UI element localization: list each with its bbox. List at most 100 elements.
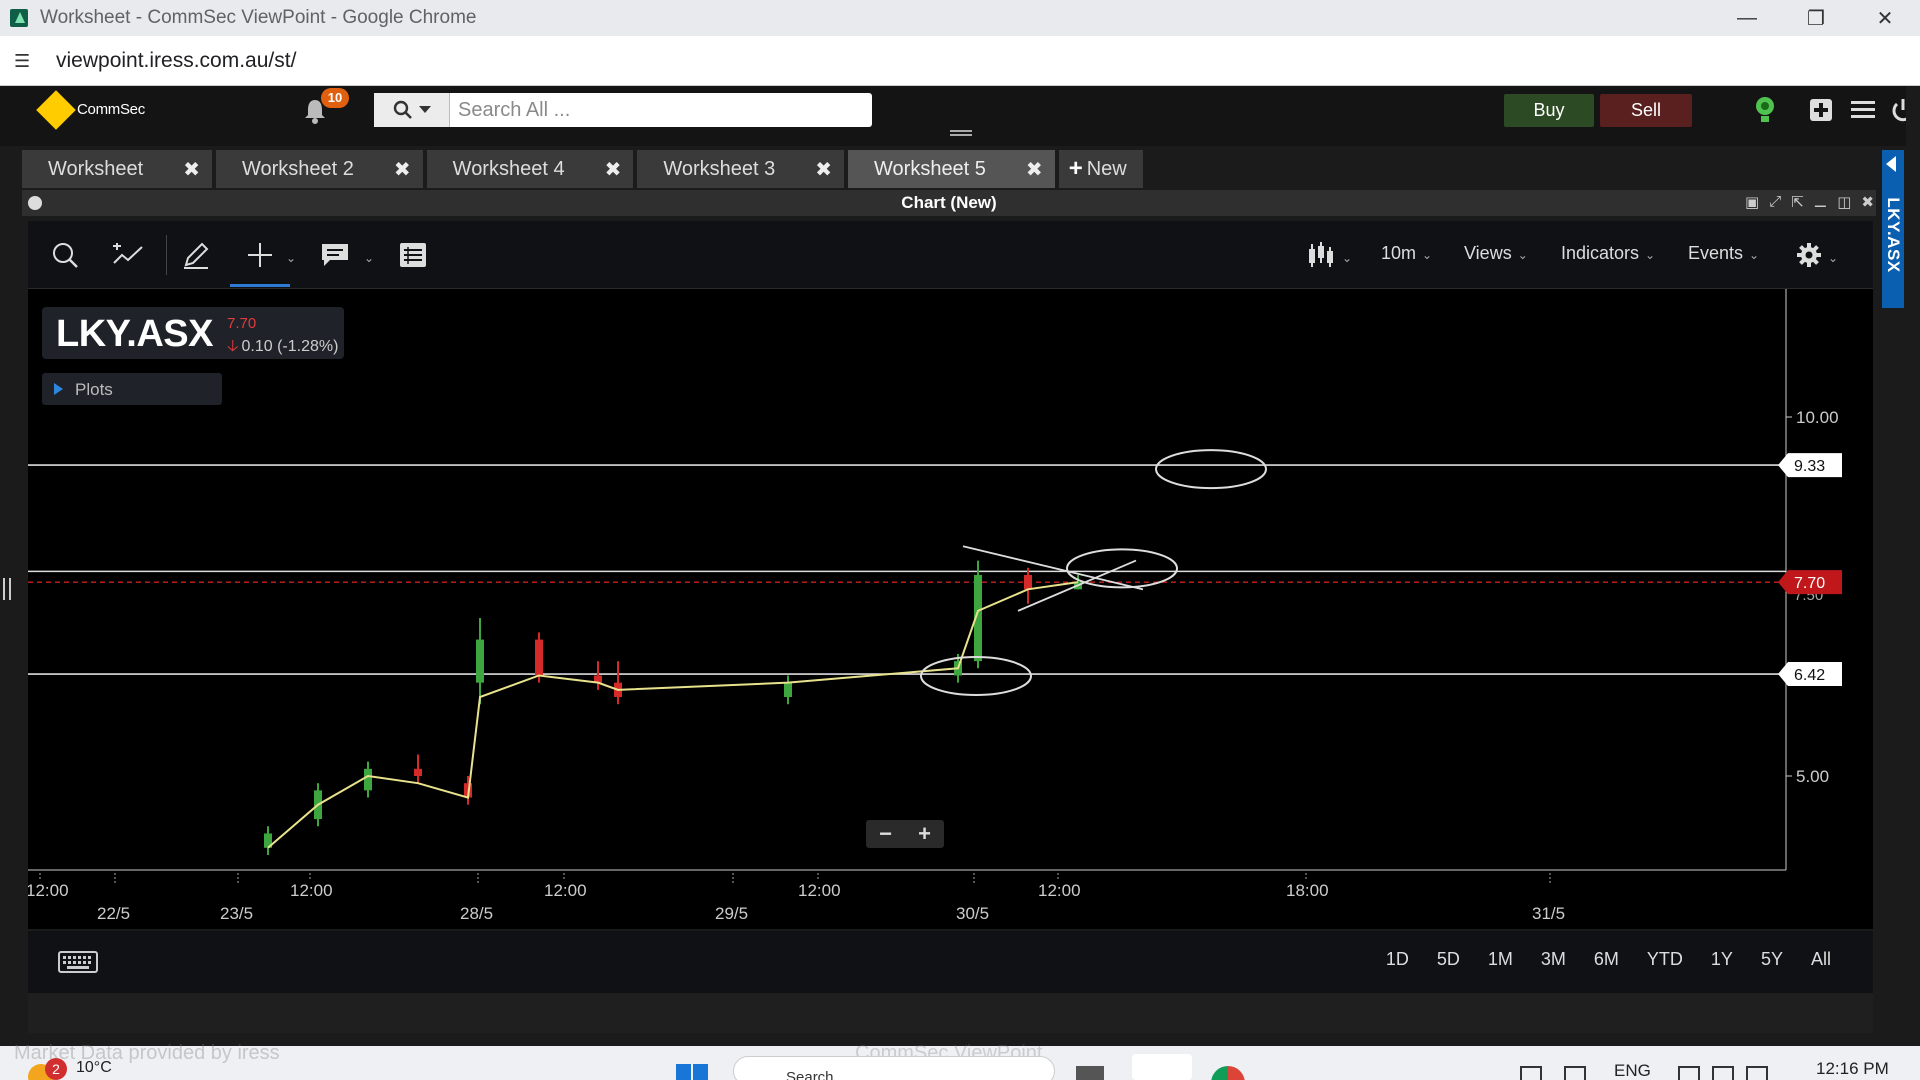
plots-label: Plots: [75, 380, 113, 399]
close-tab-icon[interactable]: ✖: [1026, 157, 1043, 182]
tab-worksheet-3[interactable]: Worksheet 3 ✖: [637, 150, 845, 188]
chevron-down-icon: ⌄: [1645, 248, 1656, 262]
tray-chevron-icon[interactable]: [1520, 1066, 1542, 1080]
left-resize-grip[interactable]: [3, 578, 11, 600]
price-chart[interactable]: 10.005.009.336.427.507.7012:00 12:00 12:00…: [28, 289, 1873, 929]
range-5y-button[interactable]: 5Y: [1747, 949, 1797, 970]
panel-resize-grip[interactable]: [950, 130, 972, 136]
range-6m-button[interactable]: 6M: [1580, 949, 1633, 970]
range-all-button[interactable]: All: [1797, 949, 1845, 970]
events-menu[interactable]: Events ⌄: [1688, 243, 1759, 264]
panel-expand-icon[interactable]: ⤢: [1769, 193, 1781, 211]
side-panel-tab[interactable]: LKY.ASX: [1882, 150, 1904, 308]
taskbar-app-icon[interactable]: [1132, 1054, 1192, 1080]
candle-body: [476, 639, 484, 683]
candle-body: [1024, 574, 1032, 590]
chart-area[interactable]: 10.00 5.00 9.33 6.42 7.50 7.70 12:00 12:00 12:00…: [28, 289, 1873, 929]
crosshair-icon[interactable]: [243, 238, 277, 272]
range-5d-button[interactable]: 5D: [1423, 949, 1474, 970]
buy-button[interactable]: Buy: [1504, 94, 1594, 127]
network-icon[interactable]: [1678, 1066, 1700, 1080]
collapse-arrow-icon: [1886, 156, 1896, 172]
url-text[interactable]: viewpoint.iress.com.au/st/: [56, 49, 296, 73]
range-ytd-button[interactable]: YTD: [1633, 949, 1697, 970]
range-1d-button[interactable]: 1D: [1372, 949, 1423, 970]
annotation-ellipse: [1155, 449, 1267, 490]
candle-body: [535, 639, 543, 676]
panel-add-icon[interactable]: ▣: [1745, 193, 1759, 211]
range-1m-button[interactable]: 1M: [1474, 949, 1527, 970]
tab-worksheet-4[interactable]: Worksheet 4 ✖: [426, 150, 634, 188]
zoom-search-icon[interactable]: [48, 238, 82, 272]
close-tab-icon[interactable]: ✖: [394, 157, 411, 182]
close-tab-icon[interactable]: ✖: [605, 157, 622, 182]
views-menu[interactable]: Views ⌄: [1464, 243, 1528, 264]
tab-worksheet-5[interactable]: Worksheet 5 ✖: [848, 150, 1055, 188]
zoom-out-button[interactable]: −: [866, 820, 905, 848]
search-type-button[interactable]: [374, 93, 450, 127]
sell-button[interactable]: Sell: [1600, 94, 1692, 127]
tab-label: Worksheet 3: [663, 157, 776, 180]
last-price-label: 7.70: [1794, 575, 1825, 592]
arrow-down-icon: 🡣: [227, 338, 239, 355]
time-axis-label: 12:00: [28, 881, 69, 900]
pencil-icon[interactable]: [179, 238, 213, 272]
horizontal-line-label: 9.33: [1794, 458, 1825, 475]
time-axis-label: 12:00: [1038, 881, 1081, 900]
range-3m-button[interactable]: 3M: [1527, 949, 1580, 970]
panel-minimize-icon[interactable]: ⚊: [1814, 193, 1827, 211]
restore-icon[interactable]: ❐: [1783, 0, 1849, 36]
task-view-icon[interactable]: [1076, 1066, 1104, 1080]
plots-toggle[interactable]: Plots: [42, 373, 222, 405]
panel-title: Chart (New): [901, 193, 997, 212]
add-indicator-icon[interactable]: [110, 238, 144, 272]
date-axis-label: 31/5: [1532, 904, 1565, 923]
tab-label: Worksheet 5: [874, 157, 986, 180]
tab-worksheet-2[interactable]: Worksheet 2 ✖: [216, 150, 423, 188]
chevron-down-icon[interactable]: ⌄: [1828, 251, 1838, 265]
panel-close-icon[interactable]: ✖: [1861, 193, 1874, 211]
site-settings-icon[interactable]: ☰: [14, 51, 38, 71]
last-price: 7.70: [227, 315, 257, 332]
volume-icon[interactable]: [1712, 1066, 1734, 1080]
taskbar-search[interactable]: Search: [733, 1056, 1055, 1080]
panel-split-icon[interactable]: ◫: [1837, 193, 1851, 211]
worksheet-tabs: Worksheet ✖ Worksheet 2 ✖ Worksheet 4 ✖ …: [22, 150, 1143, 188]
add-panel-icon[interactable]: [1806, 95, 1836, 125]
keyboard-tray-icon[interactable]: [1564, 1066, 1586, 1080]
panel-popout-icon[interactable]: ⇱: [1791, 193, 1804, 211]
trend-line: [1017, 559, 1137, 612]
new-tab-button[interactable]: + New: [1058, 150, 1143, 188]
tab-worksheet[interactable]: Worksheet ✖: [22, 150, 212, 188]
active-tool-indicator: [230, 284, 290, 287]
close-tab-icon[interactable]: ✖: [183, 157, 200, 182]
close-tab-icon[interactable]: ✖: [815, 157, 832, 182]
chevron-down-icon[interactable]: ⌄: [286, 251, 296, 265]
zoom-in-button[interactable]: +: [905, 820, 944, 848]
indicators-menu[interactable]: Indicators ⌄: [1561, 243, 1655, 264]
clock[interactable]: 12:16 PM: [1816, 1059, 1889, 1079]
minimize-icon[interactable]: —: [1714, 0, 1780, 36]
lightbulb-icon[interactable]: [1750, 95, 1780, 125]
search-input[interactable]: [452, 93, 868, 127]
logo-text: CommSec: [77, 101, 145, 118]
comment-icon[interactable]: [318, 238, 352, 272]
date-axis-label: 28/5: [460, 904, 493, 923]
close-icon[interactable]: ✕: [1852, 0, 1918, 36]
range-1y-button[interactable]: 1Y: [1697, 949, 1747, 970]
chevron-down-icon[interactable]: ⌄: [364, 251, 374, 265]
data-table-icon[interactable]: [396, 238, 430, 272]
annotation-ellipse: [1066, 548, 1178, 589]
chevron-down-icon[interactable]: ⌄: [1342, 251, 1352, 265]
interval-select[interactable]: 10m ⌄: [1381, 243, 1432, 264]
language-indicator[interactable]: ENG: [1614, 1061, 1651, 1080]
keyboard-icon[interactable]: [58, 951, 98, 973]
candlestick-chart-icon[interactable]: [1304, 238, 1338, 272]
windows-start-icon[interactable]: [676, 1064, 708, 1080]
chart-toolbar: ⌄ ⌄ ⌄ 10m ⌄ Views ⌄ Indicators ⌄ Events ⌄ ⌄: [28, 221, 1873, 289]
moving-average-line: [267, 581, 1079, 849]
price-tick-label: 5.00: [1796, 767, 1829, 786]
menu-icon[interactable]: [1848, 95, 1878, 125]
gear-icon[interactable]: [1792, 238, 1826, 272]
battery-icon[interactable]: [1746, 1066, 1768, 1080]
